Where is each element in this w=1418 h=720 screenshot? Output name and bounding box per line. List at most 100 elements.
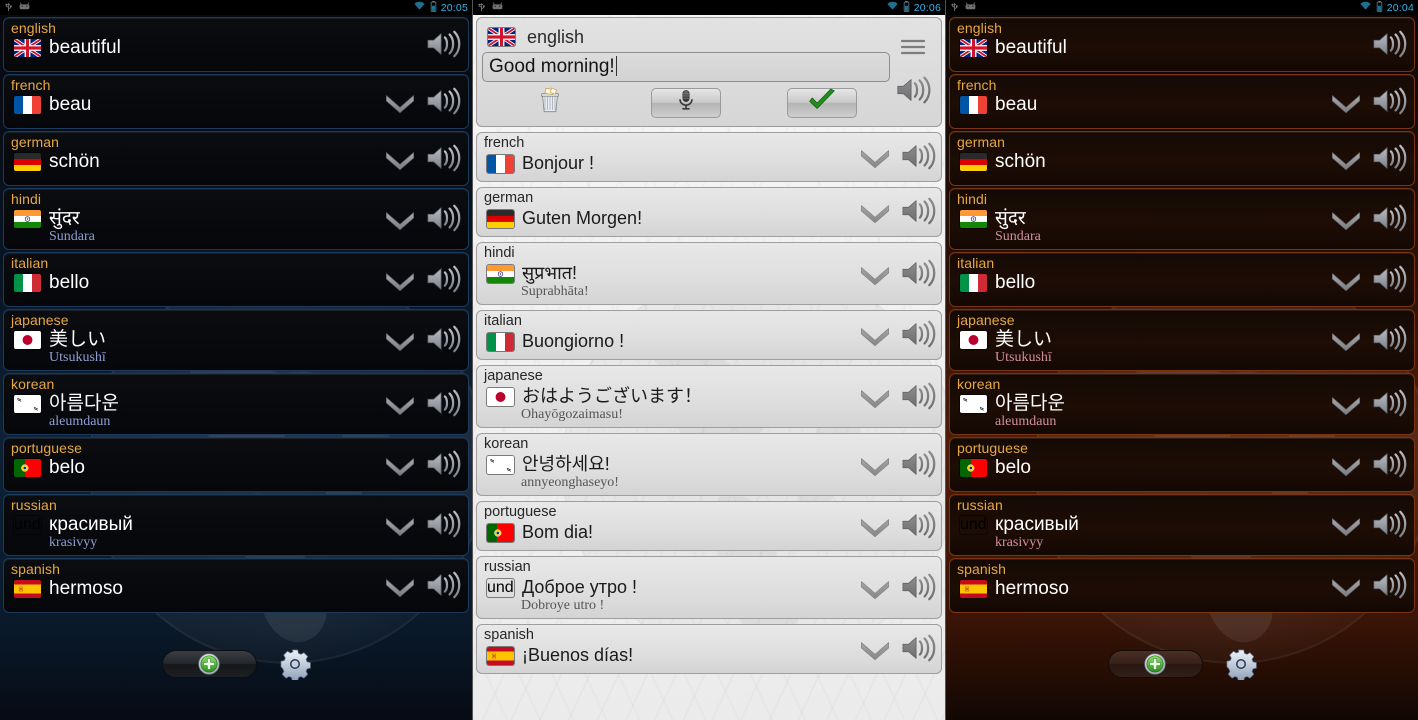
translation-row[interactable]: japanese 美しい Utsukushī	[3, 309, 469, 371]
expand-chevron-icon[interactable]	[855, 196, 895, 226]
speaker-icon[interactable]	[424, 142, 462, 174]
translation-text-input[interactable]: Good morning!	[482, 52, 890, 82]
speaker-icon[interactable]	[424, 85, 462, 117]
speaker-icon[interactable]	[1370, 142, 1408, 174]
speaker-icon[interactable]	[424, 387, 462, 419]
speaker-icon[interactable]	[424, 28, 462, 60]
translation-row[interactable]: german schön	[3, 131, 469, 186]
speaker-icon[interactable]	[899, 632, 937, 664]
translation-row[interactable]: spanish ¡Buenos días!	[476, 624, 942, 674]
speaker-icon[interactable]	[1370, 387, 1408, 419]
translation-row[interactable]: hindi सुंदर Sundara	[3, 188, 469, 250]
speaker-icon[interactable]	[899, 571, 937, 603]
translation-row[interactable]: portuguese Bom dia!	[476, 501, 942, 551]
translation-row[interactable]: russian undefined Доброе утро ! Dobroye …	[476, 556, 942, 619]
translation-row[interactable]: french beau	[949, 74, 1415, 129]
translation-row[interactable]: hindi सुंदर Sundara	[949, 188, 1415, 250]
expand-chevron-icon[interactable]	[855, 510, 895, 540]
expand-chevron-icon[interactable]	[855, 319, 895, 349]
add-translation-button[interactable]	[161, 650, 257, 678]
expand-chevron-icon[interactable]	[380, 388, 420, 418]
translate-button[interactable]	[787, 87, 857, 118]
translation-row[interactable]: russian undefined красивый krasivyy	[949, 494, 1415, 556]
speaker-icon[interactable]	[424, 569, 462, 601]
translation-row[interactable]: french beau	[3, 74, 469, 129]
expand-chevron-icon[interactable]	[855, 381, 895, 411]
translation-row[interactable]: spanish hermoso	[3, 558, 469, 613]
gear-icon[interactable]	[1225, 648, 1257, 682]
expand-chevron-icon[interactable]	[380, 449, 420, 479]
speaker-icon[interactable]	[1370, 202, 1408, 234]
translation-row[interactable]: russian undefined красивый krasivyy	[3, 494, 469, 556]
expand-chevron-icon[interactable]	[1326, 203, 1366, 233]
expand-chevron-icon[interactable]	[855, 449, 895, 479]
translation-row[interactable]: italian Buongiorno !	[476, 310, 942, 360]
translation-row[interactable]: italian bello	[3, 252, 469, 307]
expand-chevron-icon[interactable]	[855, 572, 895, 602]
translation-row[interactable]: japanese 美しい Utsukushī	[949, 309, 1415, 371]
speaker-icon[interactable]	[424, 508, 462, 540]
source-language-row[interactable]: english	[482, 22, 890, 52]
add-translation-button[interactable]	[1107, 650, 1203, 678]
expand-chevron-icon[interactable]	[380, 324, 420, 354]
expand-chevron-icon[interactable]	[380, 570, 420, 600]
expand-chevron-icon[interactable]	[380, 143, 420, 173]
speaker-icon[interactable]	[899, 257, 937, 289]
translation-row[interactable]: korean 안녕하세요! annyeonghaseyo!	[476, 433, 942, 496]
speaker-icon[interactable]	[1370, 323, 1408, 355]
trash-icon[interactable]	[535, 85, 565, 120]
translation-row[interactable]: portuguese belo	[3, 437, 469, 492]
speaker-icon[interactable]	[899, 380, 937, 412]
row-content: korean 아름다운 aleumdaun	[954, 376, 1326, 430]
speaker-icon[interactable]	[899, 509, 937, 541]
speaker-icon[interactable]	[899, 140, 937, 172]
expand-chevron-icon[interactable]	[1326, 509, 1366, 539]
speaker-icon[interactable]	[1370, 85, 1408, 117]
hamburger-menu-icon[interactable]	[898, 37, 928, 59]
translation-row[interactable]: german schön	[949, 131, 1415, 186]
expand-chevron-icon[interactable]	[1326, 264, 1366, 294]
speaker-icon[interactable]	[424, 263, 462, 295]
expand-chevron-icon[interactable]	[1326, 143, 1366, 173]
speaker-icon[interactable]	[899, 448, 937, 480]
speaker-icon[interactable]	[1370, 28, 1408, 60]
expand-chevron-icon[interactable]	[380, 509, 420, 539]
translation-row[interactable]: korean 아름다운 aleumdaun	[3, 373, 469, 435]
speaker-icon[interactable]	[1370, 448, 1408, 480]
translation-row[interactable]: spanish hermoso	[949, 558, 1415, 613]
speaker-icon[interactable]	[899, 195, 937, 227]
speaker-icon[interactable]	[1370, 569, 1408, 601]
speaker-icon[interactable]	[894, 73, 932, 107]
speaker-icon[interactable]	[899, 318, 937, 350]
expand-chevron-icon[interactable]	[1326, 388, 1366, 418]
expand-chevron-icon[interactable]	[380, 203, 420, 233]
translation-row[interactable]: english beautiful	[3, 17, 469, 72]
word-line: bello	[954, 272, 1326, 294]
expand-chevron-icon[interactable]	[1326, 449, 1366, 479]
translation-row[interactable]: hindi सुप्रभात! Suprabhāta!	[476, 242, 942, 305]
expand-chevron-icon[interactable]	[1326, 324, 1366, 354]
expand-chevron-icon[interactable]	[1326, 86, 1366, 116]
speaker-icon[interactable]	[1370, 263, 1408, 295]
speaker-icon[interactable]	[424, 202, 462, 234]
expand-chevron-icon[interactable]	[380, 86, 420, 116]
expand-chevron-icon[interactable]	[855, 141, 895, 171]
voice-input-button[interactable]	[651, 87, 721, 118]
speaker-icon[interactable]	[424, 323, 462, 355]
expand-chevron-icon[interactable]	[1326, 570, 1366, 600]
translation-row[interactable]: japanese おはようございます！ Ohayōgozaimasu!	[476, 365, 942, 428]
flag-icon-in	[960, 210, 987, 228]
flag-icon-es	[14, 580, 41, 598]
expand-chevron-icon[interactable]	[855, 633, 895, 663]
speaker-icon[interactable]	[1370, 508, 1408, 540]
translation-row[interactable]: english beautiful	[949, 17, 1415, 72]
translation-row[interactable]: french Bonjour !	[476, 132, 942, 182]
translation-row[interactable]: korean 아름다운 aleumdaun	[949, 373, 1415, 435]
translation-row[interactable]: portuguese belo	[949, 437, 1415, 492]
gear-icon[interactable]	[279, 648, 311, 682]
expand-chevron-icon[interactable]	[380, 264, 420, 294]
speaker-icon[interactable]	[424, 448, 462, 480]
translation-row[interactable]: italian bello	[949, 252, 1415, 307]
translation-row[interactable]: german Guten Morgen!	[476, 187, 942, 237]
expand-chevron-icon[interactable]	[855, 258, 895, 288]
